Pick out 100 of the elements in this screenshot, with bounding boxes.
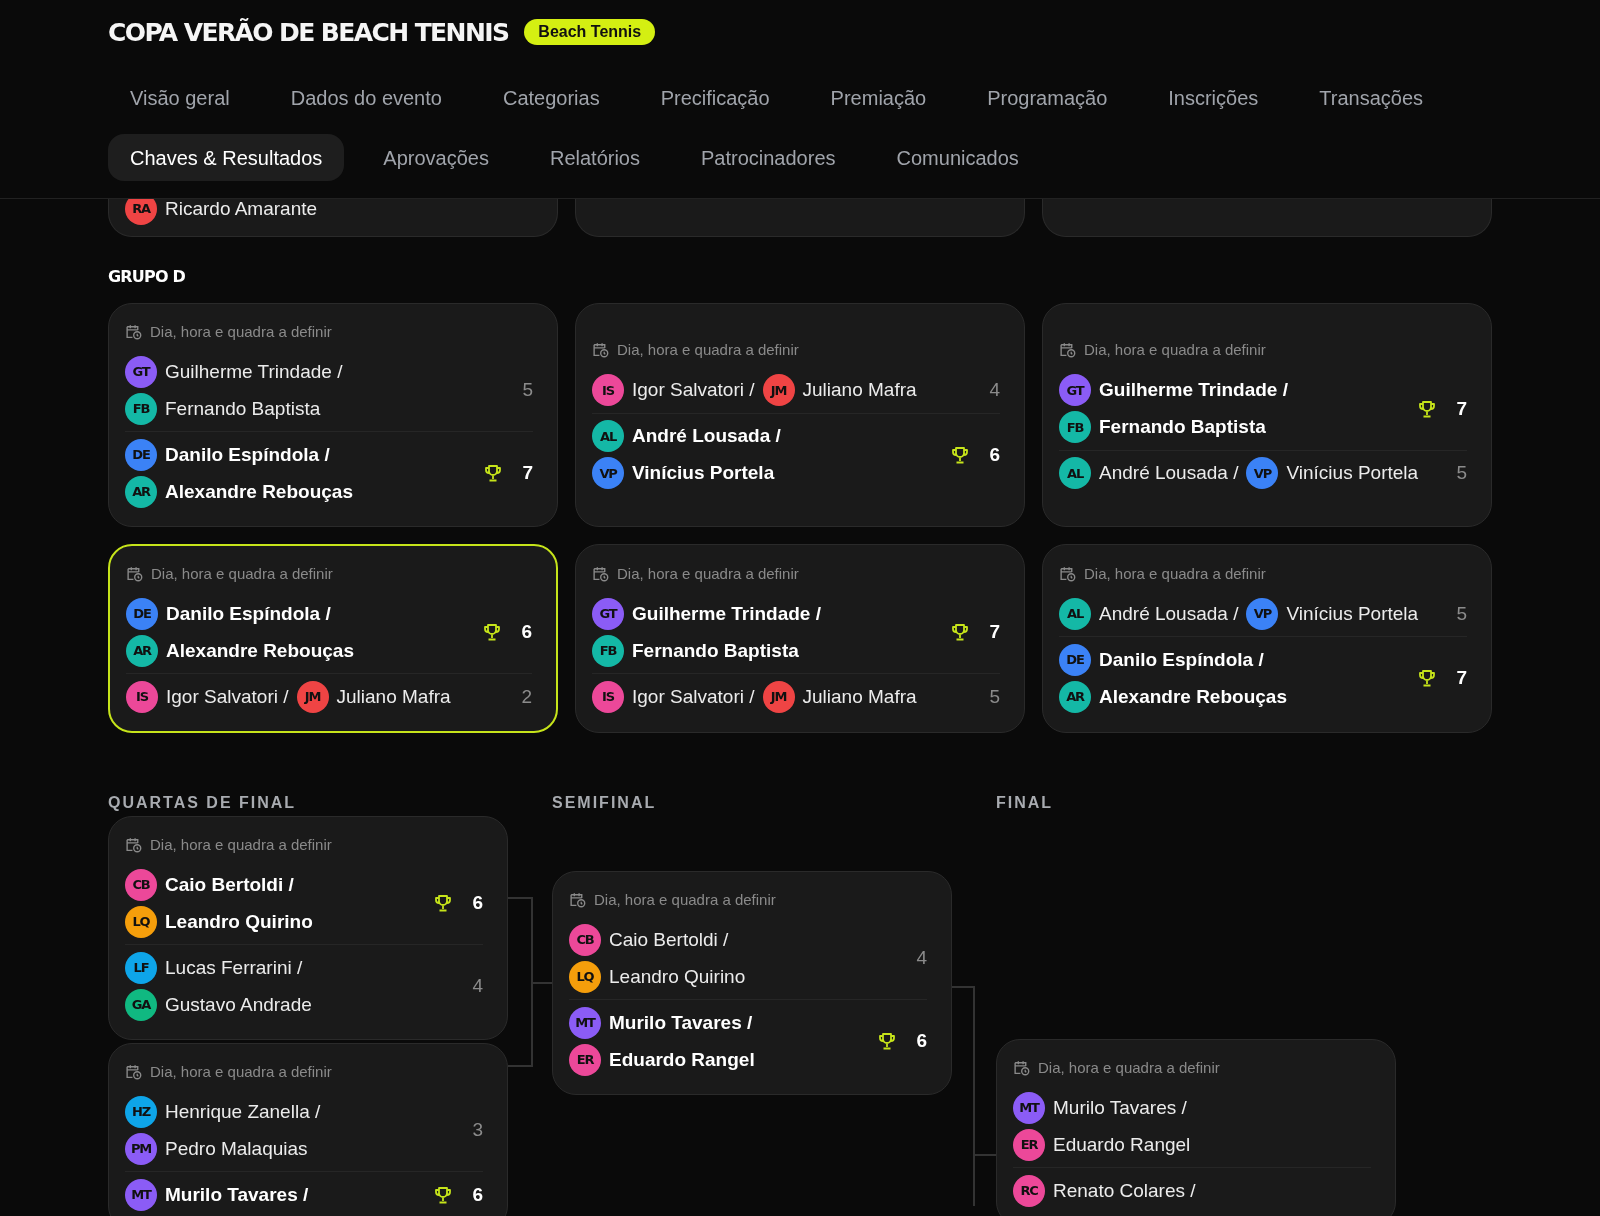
player-avatar: FB bbox=[592, 634, 624, 667]
player-name: Igor Salvatori / bbox=[632, 685, 755, 708]
score: 5 bbox=[1455, 602, 1467, 625]
player-avatar: VP bbox=[1246, 457, 1279, 489]
trophy-icon bbox=[1417, 668, 1437, 688]
sport-badge: Beach Tennis bbox=[524, 19, 656, 45]
player-name: Igor Salvatori / bbox=[166, 685, 289, 708]
nav-tab[interactable]: Transações bbox=[1297, 74, 1446, 121]
player-avatar: LQ bbox=[125, 905, 157, 938]
nav-tab[interactable]: Programação bbox=[965, 74, 1130, 121]
player-name: Fernando Baptista bbox=[632, 639, 799, 662]
nav-tab[interactable]: Chaves & Resultados bbox=[108, 134, 345, 181]
player-name: André Lousada / bbox=[1099, 602, 1239, 625]
nav-tab[interactable]: Relatórios bbox=[527, 134, 662, 181]
player-name: Guilherme Trindade / bbox=[632, 602, 821, 625]
schedule-text: Dia, hora e quadra a definir bbox=[1084, 564, 1266, 582]
player-name: Juliano Mafra bbox=[802, 685, 917, 708]
nav-tab[interactable]: Comunicados bbox=[874, 134, 1041, 181]
calendar-icon bbox=[1059, 341, 1076, 358]
trophy-icon bbox=[877, 1031, 897, 1051]
score: 7 bbox=[521, 462, 533, 484]
player-name: Igor Salvatori / bbox=[632, 379, 755, 401]
trophy-icon bbox=[482, 622, 502, 642]
calendar-icon bbox=[1013, 1058, 1030, 1076]
calendar-icon bbox=[126, 564, 143, 582]
nav-tab[interactable]: Precificação bbox=[638, 74, 792, 121]
player-name: Danilo Espíndola / bbox=[166, 602, 331, 625]
score: 6 bbox=[520, 621, 532, 643]
score: 7 bbox=[988, 621, 1000, 643]
player-name: Danilo Espíndola / bbox=[165, 443, 330, 466]
player-name: Vinícius Portela bbox=[1286, 602, 1419, 625]
player-name: André Lousada / bbox=[1099, 462, 1239, 484]
player-avatar: IS bbox=[592, 680, 624, 713]
player-avatar: GT bbox=[1059, 374, 1091, 406]
player-name: Henrique Zanella / bbox=[165, 1100, 321, 1123]
group-title: GRUPO D bbox=[108, 269, 187, 285]
player-avatar: MT bbox=[1013, 1091, 1045, 1124]
schedule-text: Dia, hora e quadra a definir bbox=[1038, 1058, 1220, 1076]
player-name: Murilo Tavares / bbox=[1053, 1096, 1187, 1119]
player-avatar: GT bbox=[592, 597, 624, 630]
nav-tab[interactable]: Visão geral bbox=[108, 74, 252, 121]
player-name: André Lousada / bbox=[632, 425, 781, 447]
player-avatar: JM bbox=[296, 680, 329, 713]
player-name: Danilo Espíndola / bbox=[1099, 648, 1264, 671]
player-avatar: AR bbox=[1059, 680, 1091, 713]
player-avatar: CB bbox=[569, 923, 601, 956]
round-title: SEMIFINAL bbox=[552, 795, 658, 811]
player-avatar: RA bbox=[125, 199, 157, 225]
calendar-icon bbox=[125, 1062, 142, 1080]
player-avatar: LQ bbox=[569, 960, 601, 993]
nav-tab[interactable]: Inscrições bbox=[1146, 74, 1281, 121]
player-avatar: FB bbox=[125, 392, 157, 425]
player-avatar: AL bbox=[1059, 597, 1091, 630]
player-avatar: MT bbox=[125, 1178, 157, 1211]
player-avatar: AR bbox=[126, 634, 158, 667]
player-avatar: IS bbox=[592, 374, 624, 406]
player-avatar: DE bbox=[126, 597, 158, 630]
player-avatar: ER bbox=[1013, 1128, 1045, 1161]
player-name: Vinícius Portela bbox=[632, 462, 775, 484]
player-avatar: JM bbox=[762, 374, 795, 406]
player-name: Renato Colares / bbox=[1053, 1179, 1196, 1202]
trophy-icon bbox=[950, 622, 970, 642]
schedule-text: Dia, hora e quadra a definir bbox=[594, 890, 776, 908]
player-name: Vinícius Portela bbox=[1286, 462, 1419, 484]
player-name: Eduardo Rangel bbox=[609, 1048, 755, 1071]
nav-tab[interactable]: Aprovações bbox=[361, 134, 511, 181]
round-title: QUARTAS DE FINAL bbox=[108, 795, 298, 811]
player-name: Guilherme Trindade / bbox=[1099, 379, 1288, 401]
score: 7 bbox=[1455, 667, 1467, 689]
calendar-icon bbox=[569, 890, 586, 908]
schedule-text: Dia, hora e quadra a definir bbox=[617, 341, 799, 358]
calendar-icon bbox=[592, 341, 609, 358]
score: 6 bbox=[471, 892, 483, 914]
player-name: Alexandre Rebouças bbox=[166, 639, 354, 662]
player-name: Caio Bertoldi / bbox=[609, 928, 729, 951]
schedule-text: Dia, hora e quadra a definir bbox=[150, 835, 332, 853]
player-name: Leandro Quirino bbox=[165, 910, 313, 933]
player-avatar: HZ bbox=[125, 1095, 157, 1128]
player-avatar: AR bbox=[125, 475, 157, 508]
event-title: COPA VERÃO DE BEACH TENNIS bbox=[108, 17, 509, 47]
player-avatar: IS bbox=[126, 680, 158, 713]
player-name: Alexandre Rebouças bbox=[165, 480, 353, 503]
player-name: Alexandre Rebouças bbox=[1099, 685, 1287, 708]
score: 5 bbox=[988, 685, 1000, 708]
trophy-icon bbox=[483, 463, 503, 483]
player-avatar: AL bbox=[592, 420, 624, 452]
player-avatar: CB bbox=[125, 868, 157, 901]
player-avatar: PM bbox=[125, 1132, 157, 1165]
nav-tab[interactable]: Patrocinadores bbox=[679, 134, 858, 181]
trophy-icon bbox=[433, 893, 453, 913]
player-name: Ricardo Amarante bbox=[165, 199, 318, 220]
nav-tab[interactable]: Premiação bbox=[808, 74, 949, 121]
score: 6 bbox=[988, 443, 1000, 466]
nav-tab[interactable]: Dados do evento bbox=[268, 74, 464, 121]
player-avatar: LF bbox=[125, 951, 157, 984]
player-name: Leandro Quirino bbox=[609, 965, 746, 988]
player-avatar: GA bbox=[125, 988, 157, 1021]
nav-tab[interactable]: Categorias bbox=[480, 74, 622, 121]
calendar-icon bbox=[1059, 564, 1076, 582]
schedule-text: Dia, hora e quadra a definir bbox=[1084, 341, 1266, 358]
